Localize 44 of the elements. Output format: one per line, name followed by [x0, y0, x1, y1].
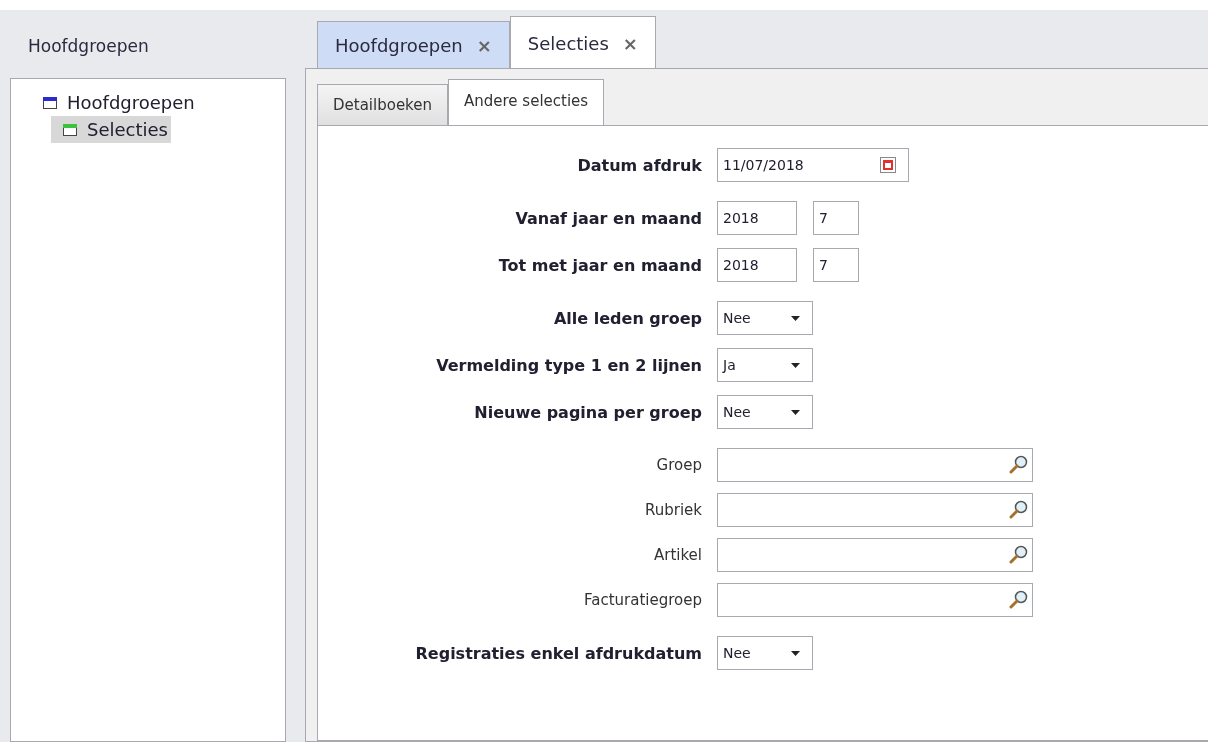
field-label: Artikel	[652, 546, 703, 564]
lookup-field[interactable]	[717, 448, 1033, 482]
window-icon	[43, 96, 57, 109]
caret-icon	[791, 362, 800, 368]
tree-item[interactable]: Selecties	[51, 116, 171, 143]
field-label: Nieuwe pagina per groep	[473, 402, 703, 422]
field-label: Rubriek	[643, 501, 703, 519]
field-label: Registraties enkel afdrukdatum	[414, 643, 703, 663]
field-label: Vanaf jaar en maand	[514, 208, 703, 228]
search-icon	[1008, 545, 1028, 565]
date-field[interactable]: 11/07/2018	[717, 148, 909, 182]
field-label: Facturatiegroep	[583, 591, 703, 609]
field-label: Tot met jaar en maand	[497, 255, 703, 275]
dropdown[interactable]: Nee	[717, 395, 813, 429]
dropdown[interactable]: Nee	[717, 301, 813, 335]
year-field[interactable]: 2018	[717, 248, 797, 282]
window-icon	[63, 123, 77, 136]
close-icon[interactable]: ×	[476, 34, 492, 56]
tab[interactable]: Hoofdgroepen ×	[317, 21, 510, 68]
search-icon	[1008, 455, 1028, 475]
tree-item[interactable]: Hoofdgroepen	[31, 89, 203, 116]
field-label: Vermelding type 1 en 2 lijnen	[435, 355, 703, 375]
search-icon	[1008, 590, 1028, 610]
field-label: Groep	[655, 456, 703, 474]
lookup-field[interactable]	[717, 493, 1033, 527]
month-field[interactable]: 7	[813, 201, 859, 235]
tab[interactable]: Andere selecties	[448, 79, 605, 126]
calendar-icon	[880, 157, 896, 173]
search-icon	[1008, 500, 1028, 520]
close-icon[interactable]: ×	[622, 32, 638, 54]
year-field[interactable]: 2018	[717, 201, 797, 235]
tab[interactable]: Detailboeken	[317, 84, 448, 125]
lookup-field[interactable]	[717, 538, 1033, 572]
dropdown[interactable]: Nee	[717, 636, 813, 670]
dropdown[interactable]: Ja	[717, 348, 813, 382]
caret-icon	[791, 315, 800, 321]
field-label: Datum afdruk	[576, 155, 703, 175]
caret-icon	[791, 650, 800, 656]
lookup-field[interactable]	[717, 583, 1033, 617]
month-field[interactable]: 7	[813, 248, 859, 282]
field-label: Alle leden groep	[553, 308, 703, 328]
caret-icon	[791, 409, 800, 415]
tab[interactable]: Selecties ×	[509, 16, 656, 69]
panel-title: Hoofdgroepen	[27, 35, 150, 58]
